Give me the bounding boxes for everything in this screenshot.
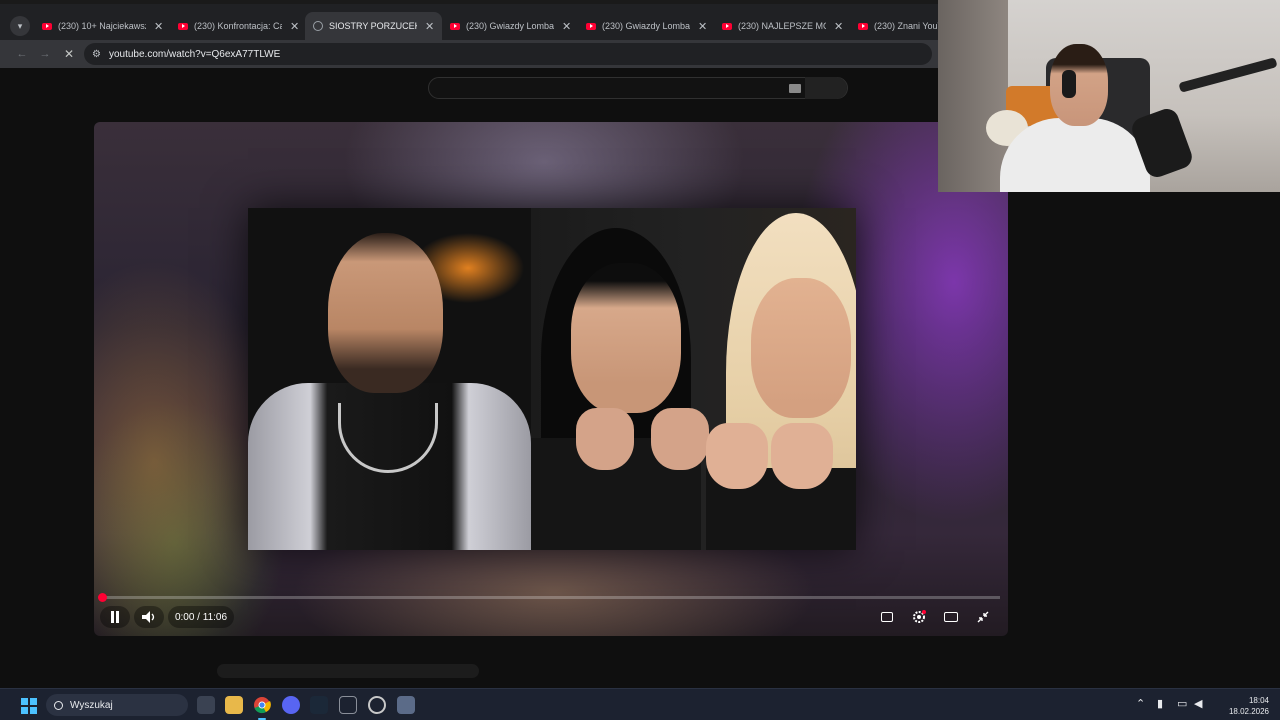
taskbar-search-placeholder: Wyszukaj — [70, 699, 113, 711]
volume-icon — [142, 611, 155, 623]
gear-icon — [913, 610, 926, 623]
taskbar: Wyszukaj ⌃ ▮ ▭ ◀ 18:04 18.02.2026 — [0, 688, 1280, 720]
youtube-icon — [858, 22, 868, 30]
globe-icon — [313, 21, 323, 31]
pause-button[interactable] — [100, 606, 130, 628]
youtube-icon — [178, 22, 188, 30]
browser-tab[interactable]: (230) 10+ Najciekawszych ✕ — [34, 12, 171, 40]
close-icon[interactable]: ✕ — [834, 20, 843, 33]
tab-title: (230) Gwiazdy Lombardu — [466, 21, 554, 31]
youtube-icon — [450, 22, 460, 30]
youtube-icon — [586, 22, 596, 30]
fist-shape — [651, 408, 709, 470]
browser-tab-active[interactable]: SIOSTRY PORZUCEK WYC ✕ — [305, 12, 443, 40]
head-shape — [751, 278, 851, 418]
close-icon[interactable]: ✕ — [698, 20, 707, 33]
obs-icon[interactable] — [368, 696, 386, 714]
speaker-icon[interactable]: ◀ — [1194, 697, 1202, 710]
youtube-icon — [722, 22, 732, 30]
subtitles-button[interactable] — [876, 606, 898, 628]
youtube-search-button[interactable] — [805, 77, 847, 99]
tray-expand-icon[interactable]: ⌃ — [1136, 697, 1145, 710]
close-icon[interactable]: ✕ — [562, 20, 571, 33]
app-icon[interactable] — [339, 696, 357, 714]
site-info-icon[interactable]: ⚙ — [92, 49, 101, 60]
video-player[interactable]: 0:00 / 11:06 — [94, 122, 1008, 636]
browser-tab[interactable]: (230) Gwiazdy Lombardu ✕ — [442, 12, 579, 40]
collapse-icon — [977, 611, 989, 623]
clock-time: 18:04 — [1248, 696, 1269, 705]
time-display: 0:00 / 11:06 — [168, 606, 234, 628]
address-bar[interactable]: ⚙ youtube.com/watch?v=Q6exA77TLWE — [84, 43, 932, 65]
video-frame-women — [531, 208, 856, 550]
youtube-header — [0, 68, 938, 122]
theater-mode-icon — [944, 612, 958, 622]
close-icon[interactable]: ✕ — [290, 20, 299, 33]
youtube-search-input[interactable] — [428, 77, 848, 99]
fist-shape — [576, 408, 634, 470]
tab-title: (230) Konfrontacja: Camer — [194, 21, 282, 31]
file-explorer-icon[interactable] — [225, 696, 243, 714]
network-icon[interactable]: ▭ — [1177, 697, 1187, 710]
steam-icon[interactable] — [310, 696, 328, 714]
fist-shape — [706, 423, 768, 489]
head-shape — [571, 263, 681, 413]
browser-tab[interactable]: (230) Konfrontacja: Camer ✕ — [170, 12, 307, 40]
address-url[interactable]: youtube.com/watch?v=Q6exA77TLWE — [109, 49, 280, 60]
wall-shape — [938, 0, 1008, 192]
video-frame — [248, 208, 856, 550]
microphone-icon[interactable]: ▮ — [1157, 697, 1163, 710]
theater-mode-button[interactable] — [940, 606, 962, 628]
webcam-overlay — [938, 0, 1280, 192]
settings-app-icon[interactable] — [397, 696, 415, 714]
browser-tab[interactable]: (230) NAJLEPSZE MOMEN ✕ — [714, 12, 851, 40]
browser-tab[interactable]: (230) Gwiazdy Lombardu ✕ — [578, 12, 715, 40]
chrome-icon[interactable] — [253, 696, 271, 720]
fist-shape — [771, 423, 833, 489]
video-frame-man — [248, 208, 531, 550]
exit-fullscreen-button[interactable] — [972, 606, 994, 628]
close-icon[interactable]: ✕ — [154, 20, 163, 33]
search-icon — [54, 700, 63, 710]
back-arrow-icon[interactable]: ← — [14, 46, 30, 62]
time-separator: / — [194, 611, 203, 623]
tab-title: SIOSTRY PORZUCEK WYC — [329, 21, 417, 31]
tab-title: (230) NAJLEPSZE MOMEN — [738, 21, 826, 31]
progress-scrubber[interactable] — [98, 593, 107, 602]
mic-arm-shape — [1178, 57, 1278, 93]
task-view-icon[interactable] — [197, 696, 215, 714]
subtitles-icon — [881, 612, 893, 622]
keyboard-icon[interactable] — [789, 84, 801, 93]
forward-arrow-icon[interactable]: → — [37, 46, 53, 62]
progress-bar[interactable] — [98, 593, 1000, 602]
headset-shape — [1062, 70, 1076, 98]
browser-toolbar: ← → ✕ ⚙ youtube.com/watch?v=Q6exA77TLWE — [0, 40, 938, 68]
settings-button[interactable] — [908, 606, 930, 628]
clock-date: 18.02.2026 — [1228, 707, 1269, 716]
head-shape — [1050, 44, 1108, 126]
taskbar-clock[interactable]: 18:04 18.02.2026 — [1229, 695, 1269, 717]
time-current: 0:00 — [174, 611, 195, 623]
close-icon[interactable]: ✕ — [425, 20, 434, 33]
stop-loading-icon[interactable]: ✕ — [61, 46, 77, 62]
volume-button[interactable] — [134, 606, 164, 628]
pause-icon — [111, 611, 119, 623]
discord-icon[interactable] — [282, 696, 300, 714]
head-shape — [328, 233, 443, 393]
chrome-logo — [254, 697, 271, 714]
windows-start-icon[interactable] — [21, 698, 37, 714]
screen: ▾ (230) 10+ Najciekawszych ✕ (230) Konfr… — [0, 0, 1280, 720]
tab-search-dropdown-icon[interactable]: ▾ — [10, 16, 30, 36]
taskbar-search-input[interactable]: Wyszukaj — [46, 694, 188, 716]
youtube-icon — [42, 22, 52, 30]
tab-title: (230) Gwiazdy Lombardu — [602, 21, 690, 31]
time-total: 11:06 — [202, 611, 228, 623]
video-title-placeholder — [217, 664, 479, 678]
tab-title: (230) 10+ Najciekawszych — [58, 21, 146, 31]
browser-tab-bar: ▾ (230) 10+ Najciekawszych ✕ (230) Konfr… — [0, 0, 954, 40]
